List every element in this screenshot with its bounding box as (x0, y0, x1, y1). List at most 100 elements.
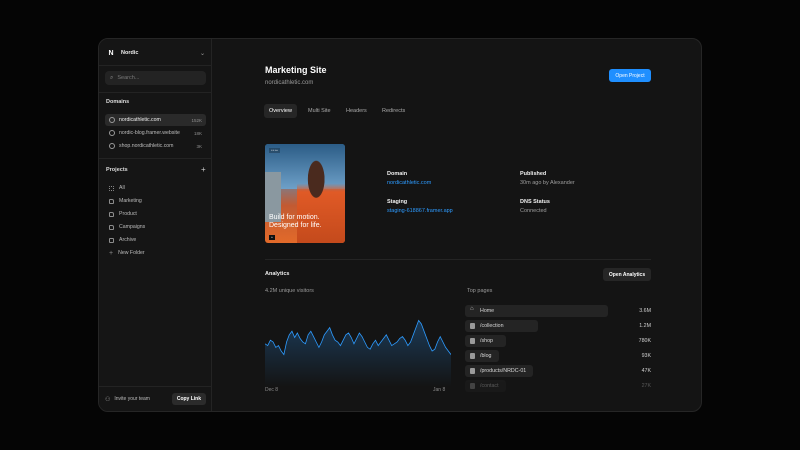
folder-icon (109, 211, 114, 217)
top-page-value: 93K (641, 353, 651, 359)
invite-team-link[interactable]: Invite your team (114, 396, 150, 402)
globe-icon (109, 143, 115, 149)
section-divider (265, 259, 651, 260)
globe-icon (109, 117, 115, 123)
divider (99, 158, 212, 159)
domain-label: Domain (387, 171, 408, 177)
preview-nav-bar: ▪ ▪▪ ▪▪▪ (269, 148, 280, 153)
dns-status-label: DNS Status (520, 199, 550, 205)
domain-count: 18K (193, 130, 202, 136)
project-label: Product (119, 211, 137, 217)
visitors-area-chart[interactable] (265, 297, 451, 387)
add-project-plus-icon[interactable]: + (201, 166, 206, 174)
domain-label: nordicathletic.com (119, 117, 161, 123)
site-preview-thumbnail[interactable]: ▪ ▪▪ ▪▪▪ Build for motion. Designed for … (265, 144, 345, 243)
domain-item-blog[interactable]: nordic-blog.framer.website 18K (105, 127, 206, 139)
top-page-row[interactable]: /products/NRDC-01 47K (465, 365, 651, 377)
domain-label: nordic-blog.framer.website (119, 130, 180, 136)
published-label: Published (520, 171, 547, 177)
tab-redirects[interactable]: Redirects (377, 104, 410, 118)
preview-badge: ▪▪ (269, 235, 275, 240)
top-page-path: /contact (480, 383, 499, 389)
project-item-campaigns[interactable]: Campaigns (109, 222, 145, 232)
archive-icon (109, 237, 114, 243)
plus-icon: + (109, 249, 114, 257)
staging-link[interactable]: staging-618867.framer.app (387, 208, 453, 214)
search-input[interactable]: ⌕ Search... (105, 71, 206, 85)
divider (99, 65, 212, 66)
domain-item-nordicathletic[interactable]: nordicathletic.com 152K (105, 114, 206, 126)
staging-label: Staging (387, 199, 408, 205)
open-project-button[interactable]: Open Project (609, 69, 651, 82)
workspace-name: Nordic (121, 50, 139, 56)
top-page-value: 3.6M (639, 308, 651, 314)
file-icon (470, 368, 475, 374)
top-page-value: 27K (641, 383, 651, 389)
project-item-archive[interactable]: Archive (109, 235, 136, 245)
page-title: Marketing Site (265, 65, 327, 75)
project-label: Archive (119, 237, 137, 243)
tab-headers[interactable]: Headers (341, 104, 372, 118)
chart-area-fill (265, 320, 451, 387)
top-pages-title: Top pages (467, 288, 493, 294)
main-panel: Marketing Site nordicathletic.com Open P… (213, 39, 701, 411)
x-axis-label-end: Jan 8 (433, 387, 446, 393)
domain-item-shop[interactable]: shop.nordicathletic.com 3K (105, 140, 206, 152)
top-page-row[interactable]: /collection 1.2M (465, 320, 651, 332)
home-icon: ⌂ (470, 306, 474, 312)
chevron-down-icon: ⌄ (199, 50, 205, 57)
domain-link[interactable]: nordicathletic.com (387, 180, 431, 186)
projects-title: Projects (106, 167, 128, 173)
top-page-row[interactable]: /contact 27K (465, 380, 651, 392)
project-item-product[interactable]: Product (109, 209, 137, 219)
domain-count: 152K (191, 117, 202, 123)
project-label: Campaigns (119, 224, 146, 230)
page-subtitle: nordicathletic.com (265, 80, 314, 86)
domain-label: shop.nordicathletic.com (119, 143, 174, 149)
file-icon (470, 353, 475, 359)
file-icon (470, 323, 475, 329)
top-page-path: Home (480, 308, 495, 314)
project-item-marketing[interactable]: Marketing (109, 196, 142, 206)
folder-icon (109, 224, 114, 230)
top-page-path: /blog (480, 353, 492, 359)
workspace-logo-icon: N (108, 49, 114, 57)
top-page-path: /shop (480, 338, 493, 344)
people-icon: ⚇ (105, 396, 111, 403)
dns-status-value: Connected (520, 208, 547, 214)
tab-overview[interactable]: Overview (264, 104, 297, 118)
x-axis-label-start: Dec 8 (265, 387, 279, 393)
published-value: 30m ago by Alexander (520, 180, 575, 186)
open-analytics-button[interactable]: Open Analytics (603, 268, 651, 281)
copy-link-button[interactable]: Copy Link (171, 393, 206, 405)
search-placeholder: Search... (117, 75, 140, 81)
domain-count: 3K (196, 143, 202, 149)
grid-icon (109, 185, 114, 191)
globe-icon (109, 130, 115, 136)
top-page-row[interactable]: ⌂ Home 3.6M (465, 305, 651, 317)
top-page-value: 1.2M (639, 323, 651, 329)
project-label: All (119, 185, 125, 191)
file-icon (470, 383, 475, 389)
top-page-value: 47K (641, 368, 651, 374)
preview-tagline: Build for motion. Designed for life. (269, 214, 322, 229)
file-icon (470, 338, 475, 344)
analytics-title: Analytics (265, 271, 290, 277)
divider (99, 92, 212, 93)
project-label: New Folder (118, 250, 145, 256)
search-icon: ⌕ (110, 74, 114, 81)
tab-multi-site[interactable]: Multi Site (303, 104, 336, 118)
top-page-value: 780K (638, 338, 651, 344)
unique-visitors: 4.2M unique visitors (265, 288, 314, 294)
project-item-all[interactable]: All (109, 183, 125, 193)
top-page-row[interactable]: /blog 93K (465, 350, 651, 362)
app-window: N Nordic ⌄ ⌕ Search... Domains nordicath… (98, 38, 702, 412)
project-item-new-folder[interactable]: + New Folder (109, 248, 145, 258)
workspace-switcher[interactable]: N Nordic ⌄ (107, 46, 205, 60)
top-page-path: /products/NRDC-01 (480, 368, 527, 374)
top-page-row[interactable]: /shop 780K (465, 335, 651, 347)
top-page-path: /collection (480, 323, 504, 329)
sidebar-footer: ⚇ Invite your team Copy Link (99, 386, 212, 411)
domains-title: Domains (106, 99, 130, 105)
project-label: Marketing (119, 198, 142, 204)
